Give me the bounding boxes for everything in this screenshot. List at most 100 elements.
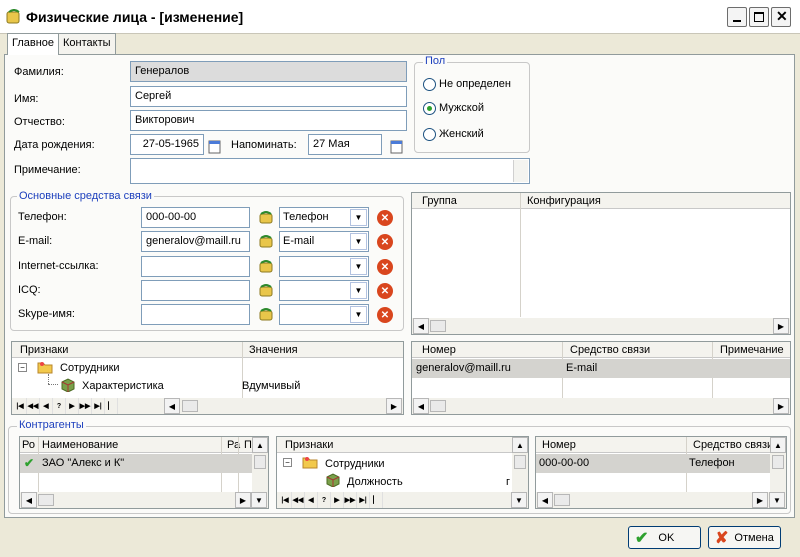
tree-item-characteristic[interactable]: Характеристика (82, 380, 164, 392)
calendar-icon[interactable] (208, 138, 222, 154)
contact-value-field[interactable]: 000-00-00 (141, 207, 250, 228)
minimize-button[interactable] (727, 7, 747, 27)
tree-item-employees[interactable]: Сотрудники (325, 458, 385, 470)
tab-contacts[interactable]: Контакты (58, 33, 116, 54)
phone-icon[interactable] (258, 283, 274, 297)
scroll-left-icon[interactable]: ◀ (164, 398, 180, 414)
scroll-up-icon[interactable]: ▲ (512, 437, 528, 453)
communication-grid-hscroll[interactable]: ◀ ▶ (412, 398, 790, 414)
delete-icon[interactable]: ✕ (377, 259, 393, 275)
scroll-thumb[interactable] (554, 494, 570, 506)
gender-male-radio[interactable] (423, 102, 436, 115)
first-name-field[interactable]: Сергей (130, 86, 407, 107)
scroll-down-icon[interactable]: ▼ (511, 492, 527, 508)
nav-button[interactable]: ◀◀ (292, 492, 305, 508)
patronymic-field[interactable]: Викторович (130, 110, 407, 131)
scroll-up-icon[interactable]: ▲ (252, 437, 268, 453)
nav-button[interactable]: ◀ (305, 492, 318, 508)
scroll-right-icon[interactable]: ▶ (386, 398, 402, 414)
scroll-left-icon[interactable]: ◀ (537, 492, 553, 508)
record-navigator[interactable]: |◀ ◀◀ ◀? ▶ ▶▶ ▶| ▏ (14, 398, 118, 414)
chevron-down-icon[interactable]: ▼ (350, 258, 367, 275)
last-name-field[interactable]: Генералов (130, 61, 407, 82)
delete-icon[interactable]: ✕ (377, 307, 393, 323)
nav-button[interactable]: ◀◀ (27, 398, 40, 414)
nav-button[interactable]: ▶ (331, 492, 344, 508)
scroll-thumb[interactable] (182, 400, 198, 412)
scroll-thumb[interactable] (772, 455, 784, 469)
scroll-down-icon[interactable]: ▼ (769, 492, 785, 508)
scroll-thumb[interactable] (430, 400, 446, 412)
scroll-left-icon[interactable]: ◀ (21, 492, 37, 508)
nav-button[interactable]: ▶▶ (344, 492, 357, 508)
contact-type-select[interactable]: ▼ (279, 280, 369, 301)
scroll-thumb[interactable] (514, 455, 526, 469)
scroll-down-icon[interactable]: ▼ (251, 492, 267, 508)
contact-value-field[interactable] (141, 304, 250, 325)
record-navigator[interactable]: |◀ ◀◀ ◀? ▶ ▶▶ ▶| ▏ (279, 492, 383, 508)
nav-button[interactable]: ? (318, 492, 331, 508)
scroll-thumb[interactable] (38, 494, 54, 506)
scroll-up-icon[interactable]: ▲ (770, 437, 786, 453)
remind-date-field[interactable]: 27 Мая (308, 134, 382, 155)
table-row[interactable]: generalov@maill.ru E-mail (412, 359, 790, 378)
note-field[interactable] (130, 158, 530, 184)
birth-date-field[interactable]: 27-05-1965 (130, 134, 204, 155)
cancel-button[interactable]: ✘ Отмена (708, 526, 781, 549)
gender-female-radio[interactable] (423, 128, 436, 141)
phone-icon[interactable] (258, 210, 274, 224)
phone-icon[interactable] (258, 234, 274, 248)
contacts-hscroll[interactable]: ◀ ▶ ▼ (536, 492, 786, 508)
contact-value-field[interactable] (141, 256, 250, 277)
maximize-button[interactable] (749, 7, 769, 27)
tree-item-position[interactable]: Должность (347, 476, 403, 488)
contact-type-select[interactable]: ▼ (279, 256, 369, 277)
scroll-left-icon[interactable]: ◀ (413, 318, 429, 334)
nav-button[interactable]: ▶▶ (79, 398, 92, 414)
tree-item-employees[interactable]: Сотрудники (60, 362, 120, 374)
gender-undefined-radio[interactable] (423, 78, 436, 91)
counterparties-vscroll[interactable]: ▲ (252, 437, 268, 492)
nav-button[interactable]: ◀ (40, 398, 53, 414)
chevron-down-icon[interactable]: ▼ (350, 282, 367, 299)
tab-main[interactable]: Главное (7, 33, 60, 55)
tree-collapse-icon[interactable]: − (18, 363, 27, 372)
nav-button[interactable]: |◀ (279, 492, 292, 508)
note-scrollbar[interactable] (513, 160, 528, 182)
nav-button[interactable]: ? (53, 398, 66, 414)
scroll-thumb[interactable] (430, 320, 446, 332)
delete-icon[interactable]: ✕ (377, 210, 393, 226)
contact-type-select[interactable]: E-mail ▼ (279, 231, 369, 252)
contacts-vscroll[interactable]: ▲ (770, 437, 786, 492)
phone-icon[interactable] (258, 307, 274, 321)
delete-icon[interactable]: ✕ (377, 283, 393, 299)
nav-button[interactable]: |◀ (14, 398, 27, 414)
close-button[interactable]: ✕ (771, 7, 791, 27)
calendar-icon[interactable] (390, 138, 404, 154)
contact-type-select[interactable]: ▼ (279, 304, 369, 325)
phone-icon[interactable] (258, 259, 274, 273)
scroll-right-icon[interactable]: ▶ (752, 492, 768, 508)
scroll-right-icon[interactable]: ▶ (773, 398, 789, 414)
chevron-down-icon[interactable]: ▼ (350, 233, 367, 250)
tree-collapse-icon[interactable]: − (283, 458, 292, 467)
table-row[interactable]: 000-00-00 Телефон (536, 454, 770, 473)
delete-icon[interactable]: ✕ (377, 234, 393, 250)
nav-button[interactable]: ▶| (357, 492, 370, 508)
contact-type-select[interactable]: Телефон ▼ (279, 207, 369, 228)
attributes-vscroll[interactable]: ▲ (512, 437, 528, 492)
ok-button[interactable]: ✔ OK (628, 526, 701, 549)
contact-value-field[interactable]: generalov@maill.ru (141, 231, 250, 252)
chevron-down-icon[interactable]: ▼ (350, 209, 367, 226)
nav-button[interactable]: ▏ (105, 398, 118, 414)
contact-value-field[interactable] (141, 280, 250, 301)
nav-button[interactable]: ▶| (92, 398, 105, 414)
table-row[interactable]: ✔ ЗАО "Алекс и К" (20, 454, 252, 473)
scroll-right-icon[interactable]: ▶ (773, 318, 789, 334)
nav-button[interactable]: ▶ (66, 398, 79, 414)
scroll-thumb[interactable] (254, 455, 266, 469)
nav-button[interactable]: ▏ (370, 492, 383, 508)
scroll-right-icon[interactable]: ▶ (235, 492, 251, 508)
chevron-down-icon[interactable]: ▼ (350, 306, 367, 323)
groups-grid-hscroll[interactable]: ◀ ▶ (412, 318, 790, 334)
